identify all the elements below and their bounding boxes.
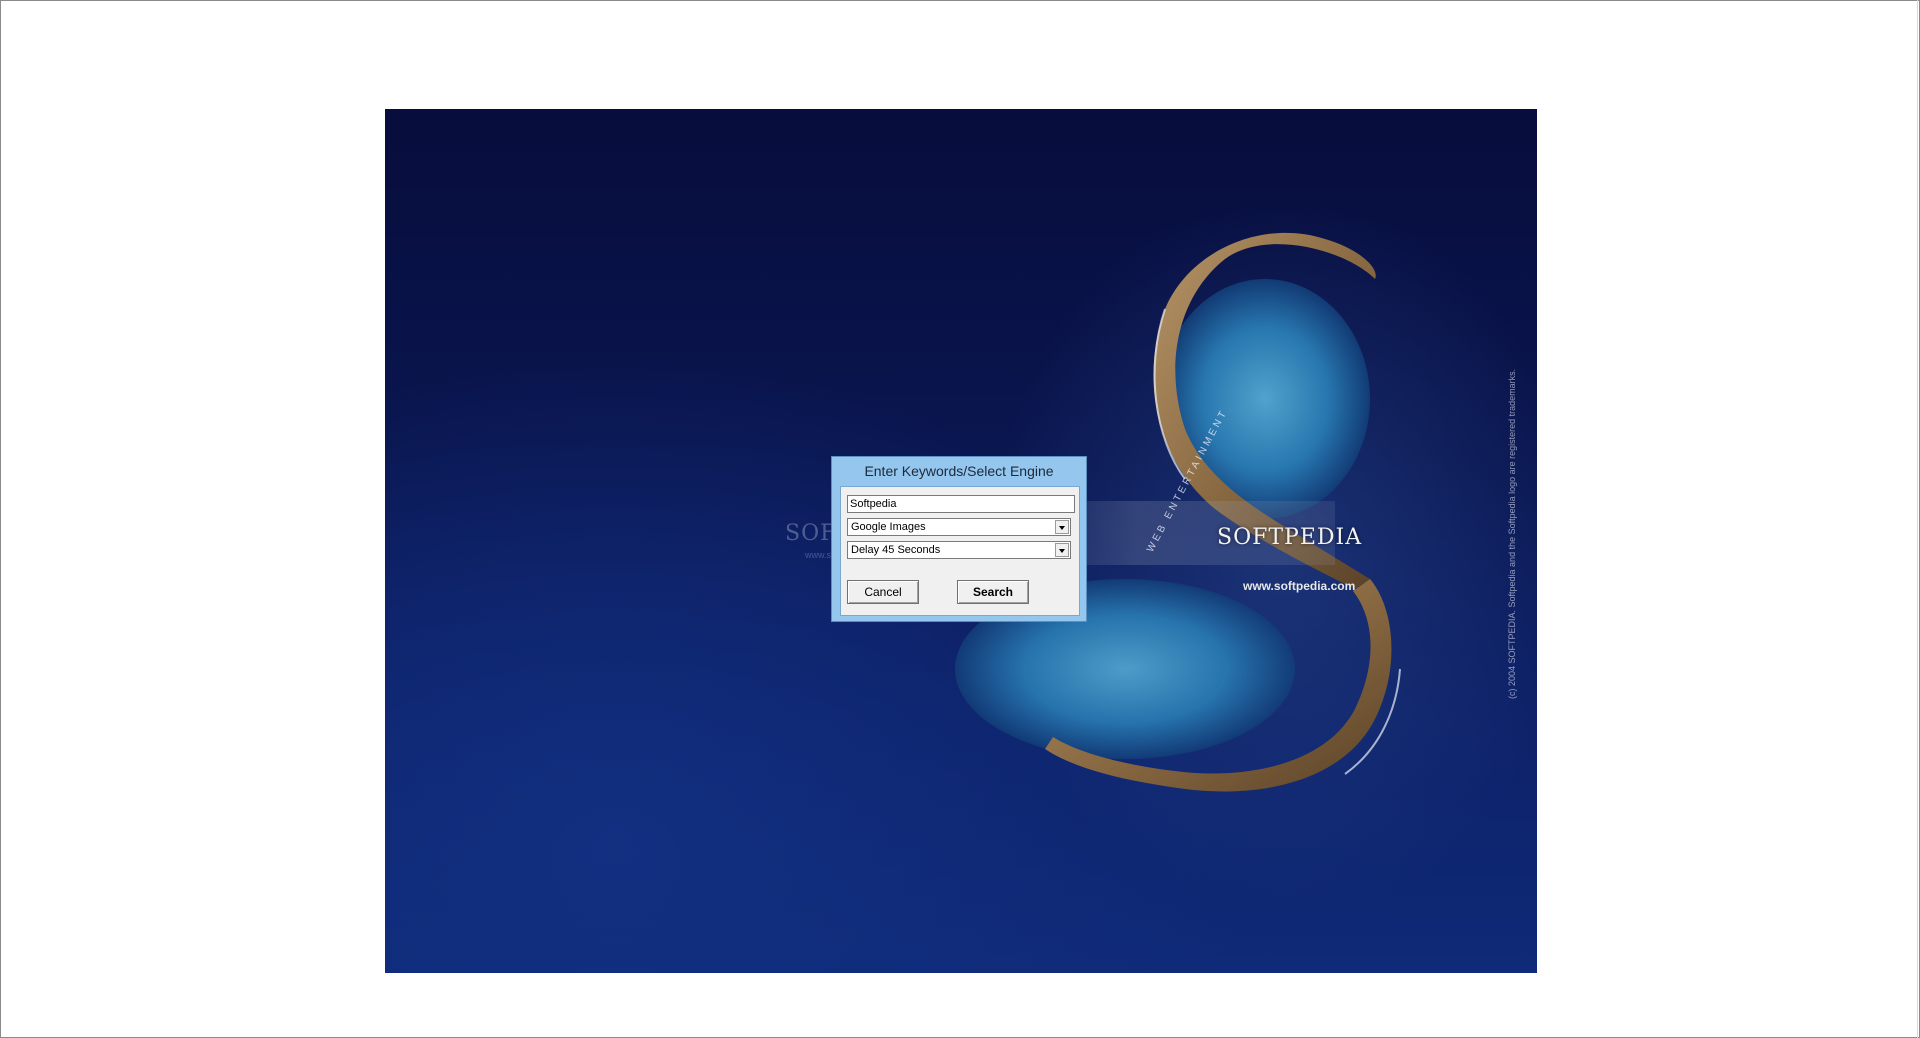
engine-select[interactable]: Google Images <box>847 518 1071 536</box>
softpedia-url: www.softpedia.com <box>1243 579 1356 593</box>
scrollbar-edge <box>1917 0 1918 1038</box>
engine-select-value: Google Images <box>851 521 926 533</box>
delay-select[interactable]: Delay 45 Seconds <box>847 541 1071 559</box>
chevron-down-icon[interactable] <box>1055 520 1069 534</box>
keyword-engine-dialog: Enter Keywords/Select Engine Google Imag… <box>831 456 1087 622</box>
softpedia-brand: SOFTPEDIA <box>1217 525 1363 550</box>
dialog-title: Enter Keywords/Select Engine <box>864 463 1054 479</box>
search-button[interactable]: Search <box>957 580 1029 604</box>
keyword-input[interactable] <box>847 495 1075 513</box>
dialog-body: Google Images Delay 45 Seconds Cancel Se… <box>840 486 1080 616</box>
delay-select-value: Delay 45 Seconds <box>851 544 941 556</box>
chevron-down-icon[interactable] <box>1055 543 1069 557</box>
copyright-notice: (c) 2004 SOFTPEDIA. Softpedia and the So… <box>1507 368 1517 699</box>
cancel-button[interactable]: Cancel <box>847 580 919 604</box>
